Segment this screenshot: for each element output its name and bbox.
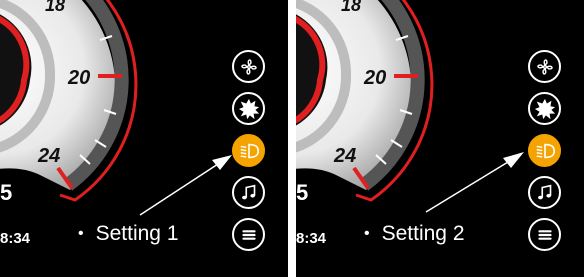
caption: • Setting 1 [78,222,179,246]
menu-button[interactable] [232,218,265,251]
headlight-button[interactable] [232,134,265,167]
fan-button[interactable] [528,50,561,83]
partial-speed-digit: 5 [0,180,13,205]
caption-text: Setting 1 [95,222,179,245]
clock-time: 8:34 [0,230,31,247]
sun-icon [238,98,259,119]
menu-icon [241,229,256,240]
caption: • Setting 2 [364,222,465,246]
music-button[interactable] [528,176,561,209]
menu-button[interactable] [528,218,561,251]
headlight-icon [536,143,555,158]
sun-icon [534,98,555,119]
headlight-button[interactable] [528,134,561,167]
dashboard-panel-2: 18 20 24 5 8:34 • Setting 2 [296,0,584,277]
icon-column [232,50,268,260]
bullet-icon: • [78,225,84,242]
fan-icon [240,58,257,75]
gauge-label-18: 18 [45,0,66,15]
headlight-icon [240,143,259,158]
icon-column [528,50,564,260]
fan-button[interactable] [232,50,265,83]
gauge-label-18: 18 [341,0,362,15]
gauge-label-20: 20 [68,67,91,89]
music-icon [241,184,255,199]
bullet-icon: • [364,225,370,242]
menu-icon [537,229,552,240]
gauge-label-24: 24 [38,145,61,167]
brightness-button[interactable] [232,92,265,125]
music-button[interactable] [232,176,265,209]
fan-icon [536,58,553,75]
gauge-label-24: 24 [334,145,357,167]
brightness-button[interactable] [528,92,561,125]
dashboard-panel-1: 18 20 24 5 8:34 • Setting 1 [0,0,288,277]
partial-speed-digit: 5 [296,180,309,205]
caption-text: Setting 2 [381,222,465,245]
gauge-label-20: 20 [364,67,387,89]
clock-time: 8:34 [296,230,327,247]
music-icon [537,184,551,199]
